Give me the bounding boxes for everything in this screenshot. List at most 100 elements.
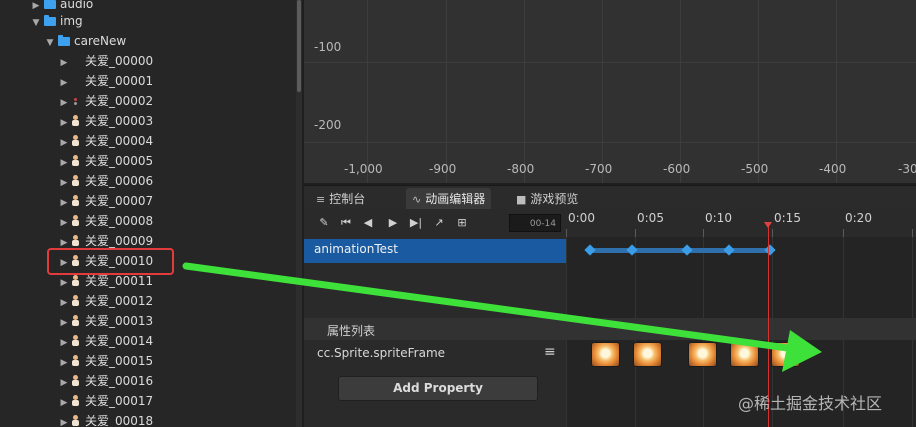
sprite-frame-thumbnail[interactable] (688, 342, 717, 367)
chevron-right-icon[interactable]: ▶ (58, 73, 70, 93)
tab-animation-editor[interactable]: ∿ 动画编辑器 (406, 188, 492, 210)
chevron-right-icon[interactable]: ▶ (58, 393, 70, 413)
ruler-tick (703, 229, 704, 237)
chevron-right-icon[interactable]: ▶ (58, 213, 70, 233)
tree-item-label: 关爱_00018 (85, 414, 154, 427)
tree-item-label: 关爱_00015 (85, 354, 154, 368)
edit-icon[interactable]: ✎ (316, 215, 332, 231)
folder-icon (44, 15, 56, 26)
tree-item-label: 关爱_00006 (85, 174, 154, 188)
tree-item-sprite[interactable]: ▶ 关爱_00002 (58, 91, 154, 113)
grid-line (602, 0, 603, 183)
timecode-field[interactable]: 00-14 (509, 214, 561, 232)
tree-item-label: 关爱_00016 (85, 374, 154, 388)
sprite-frame-thumbnail[interactable] (591, 342, 620, 367)
grid-line (304, 142, 916, 143)
prev-frame-icon[interactable]: ◀ (360, 215, 376, 231)
tree-item-sprite[interactable]: ▶ 关爱_00013 (58, 311, 154, 333)
keyframe[interactable] (723, 244, 735, 256)
tree-item-label: 关爱_00003 (85, 114, 154, 128)
tree-folder-img[interactable]: ▼ img (30, 11, 83, 31)
keyframe[interactable] (584, 244, 596, 256)
tree-item-label: 关爱_00002 (85, 94, 154, 108)
chevron-right-icon[interactable]: ▶ (58, 193, 70, 213)
chevron-right-icon[interactable]: ▶ (58, 113, 70, 133)
grid-line (758, 0, 759, 183)
sprite-icon (70, 75, 80, 87)
menu-icon[interactable]: ≡ (544, 344, 556, 360)
chevron-right-icon[interactable]: ▶ (58, 133, 70, 153)
grid-line (680, 0, 681, 183)
tree-item-label: 关爱_00012 (85, 294, 154, 308)
ruler-label: 0:05 (637, 211, 664, 225)
tree-item-sprite[interactable]: ▶ 关爱_00007 (58, 191, 154, 213)
sprite-frame-thumbnail[interactable] (633, 342, 662, 367)
ruler-tick (912, 229, 913, 237)
chevron-down-icon[interactable]: ▼ (44, 33, 56, 53)
node-name: animationTest (314, 242, 398, 256)
ruler-tick (772, 229, 773, 237)
external-link-icon[interactable]: ↗ (431, 215, 447, 231)
tree-folder-carenew[interactable]: ▼ careNew (44, 31, 127, 53)
y-axis-label: -200 (314, 118, 342, 132)
x-axis-label: -500 (741, 162, 769, 176)
sprite-icon (70, 415, 80, 427)
tree-item-label: 关爱_00000 (85, 54, 154, 68)
tree-item-sprite[interactable]: ▶ 关爱_00008 (58, 211, 154, 233)
tree-item-label: 关爱_00017 (85, 394, 154, 408)
chevron-right-icon[interactable]: ▶ (58, 333, 70, 353)
chevron-right-icon[interactable]: ▶ (58, 373, 70, 393)
time-ruler[interactable]: 0:00 0:05 0:10 0:15 0:20 (566, 209, 916, 237)
jump-start-icon[interactable]: ⏮ (338, 215, 354, 231)
tree-item-sprite[interactable]: ▶ 关爱_00003 (58, 111, 154, 133)
sprite-icon (70, 115, 80, 127)
chevron-right-icon[interactable]: ▶ (58, 93, 70, 113)
tree-item-sprite[interactable]: ▶ 关爱_00018 (58, 411, 154, 427)
console-icon: ≡ (316, 193, 326, 206)
chevron-right-icon[interactable]: ▶ (58, 413, 70, 427)
play-icon[interactable]: ▶ (385, 215, 401, 231)
tab-game-preview[interactable]: ■ 游戏预览 (510, 188, 584, 210)
keyframe[interactable] (764, 244, 776, 256)
tree-item-label: 关爱_00009 (85, 234, 154, 248)
tree-item-sprite[interactable]: ▶ 关爱_00004 (58, 131, 154, 153)
sprite-icon (70, 155, 80, 167)
scene-view[interactable]: -100 -200 -1,000 -900 -800 -700 -600 -50… (304, 0, 916, 183)
chevron-down-icon[interactable]: ▼ (30, 13, 42, 33)
keyframe[interactable] (681, 244, 693, 256)
ruler-label: 0:10 (705, 211, 732, 225)
chevron-right-icon[interactable]: ▶ (58, 153, 70, 173)
tree-item-sprite[interactable]: ▶ 关爱_00016 (58, 371, 154, 393)
property-row[interactable]: cc.Sprite.spriteFrame ≡ (304, 341, 566, 367)
tree-item-sprite[interactable]: ▶ 关爱_00014 (58, 331, 154, 353)
x-axis-label: -30 (898, 162, 916, 176)
chevron-right-icon[interactable]: ▶ (58, 173, 70, 193)
tree-item-sprite[interactable]: ▶ 关爱_00000 (58, 51, 154, 73)
x-axis-label: -400 (819, 162, 847, 176)
chevron-right-icon[interactable]: ▶ (58, 53, 70, 73)
next-frame-icon[interactable]: ▶| (408, 215, 424, 231)
tab-console[interactable]: ≡ 控制台 (310, 188, 371, 210)
sprite-icon (70, 355, 80, 367)
chevron-right-icon[interactable]: ▶ (58, 293, 70, 313)
chevron-right-icon[interactable]: ▶ (58, 353, 70, 373)
sprite-frame-thumbnail[interactable] (730, 342, 759, 367)
tree-item-sprite[interactable]: ▶ 关爱_00001 (58, 71, 154, 93)
add-property-button[interactable]: Add Property (338, 376, 538, 401)
tree-item-sprite[interactable]: ▶ 关爱_00006 (58, 171, 154, 193)
panel-tabs: ≡ 控制台 ∿ 动画编辑器 ■ 游戏预览 (304, 185, 916, 210)
tree-scrollbar-thumb[interactable] (297, 0, 301, 92)
ruler-label: 0:15 (774, 211, 801, 225)
tree-item-sprite[interactable]: ▶ 关爱_00005 (58, 151, 154, 173)
x-axis-label: -1,000 (344, 162, 383, 176)
tree-item-label: 关爱_00007 (85, 194, 154, 208)
add-clip-icon[interactable]: ⊞ (454, 215, 470, 231)
tree-item-sprite[interactable]: ▶ 关爱_00015 (58, 351, 154, 373)
playhead-handle[interactable] (764, 222, 772, 228)
node-row-selected[interactable]: animationTest (304, 239, 566, 263)
chevron-right-icon[interactable]: ▶ (58, 273, 70, 293)
sprite-frame-thumbnail[interactable] (771, 342, 800, 367)
tree-item-sprite[interactable]: ▶ 关爱_00012 (58, 291, 154, 313)
tree-item-sprite[interactable]: ▶ 关爱_00017 (58, 391, 154, 413)
chevron-right-icon[interactable]: ▶ (58, 313, 70, 333)
